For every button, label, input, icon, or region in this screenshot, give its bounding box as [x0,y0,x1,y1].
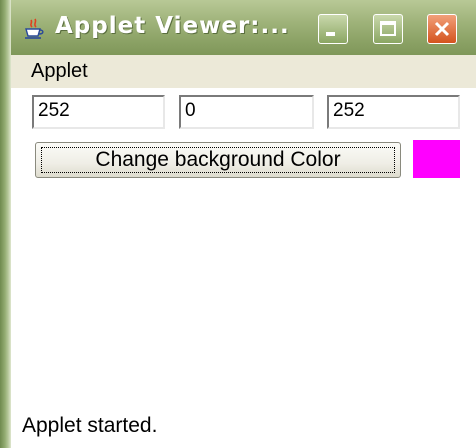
applet-content: 252 0 252 Change background Color Applet… [11,88,476,448]
maximize-button[interactable] [373,14,403,44]
focus-ring [41,147,395,173]
minimize-button[interactable] [318,14,348,44]
status-text: Applet started. [22,414,158,437]
menu-applet[interactable]: Applet [31,60,88,83]
change-background-color-button[interactable]: Change background Color [35,142,401,178]
window-title: Applet Viewer:... [55,13,290,39]
menu-bar: Applet [11,55,476,88]
java-cup-icon [23,18,45,40]
red-field[interactable]: 252 [32,95,165,129]
title-bar[interactable]: Applet Viewer:... [11,0,476,55]
window-frame-left [0,0,11,448]
color-swatch [413,140,460,178]
close-button[interactable] [427,14,457,44]
blue-field[interactable]: 252 [327,95,460,129]
green-field[interactable]: 0 [179,95,314,129]
applet-viewer-window: Applet Viewer:... Applet 252 0 252 Chang… [0,0,476,448]
